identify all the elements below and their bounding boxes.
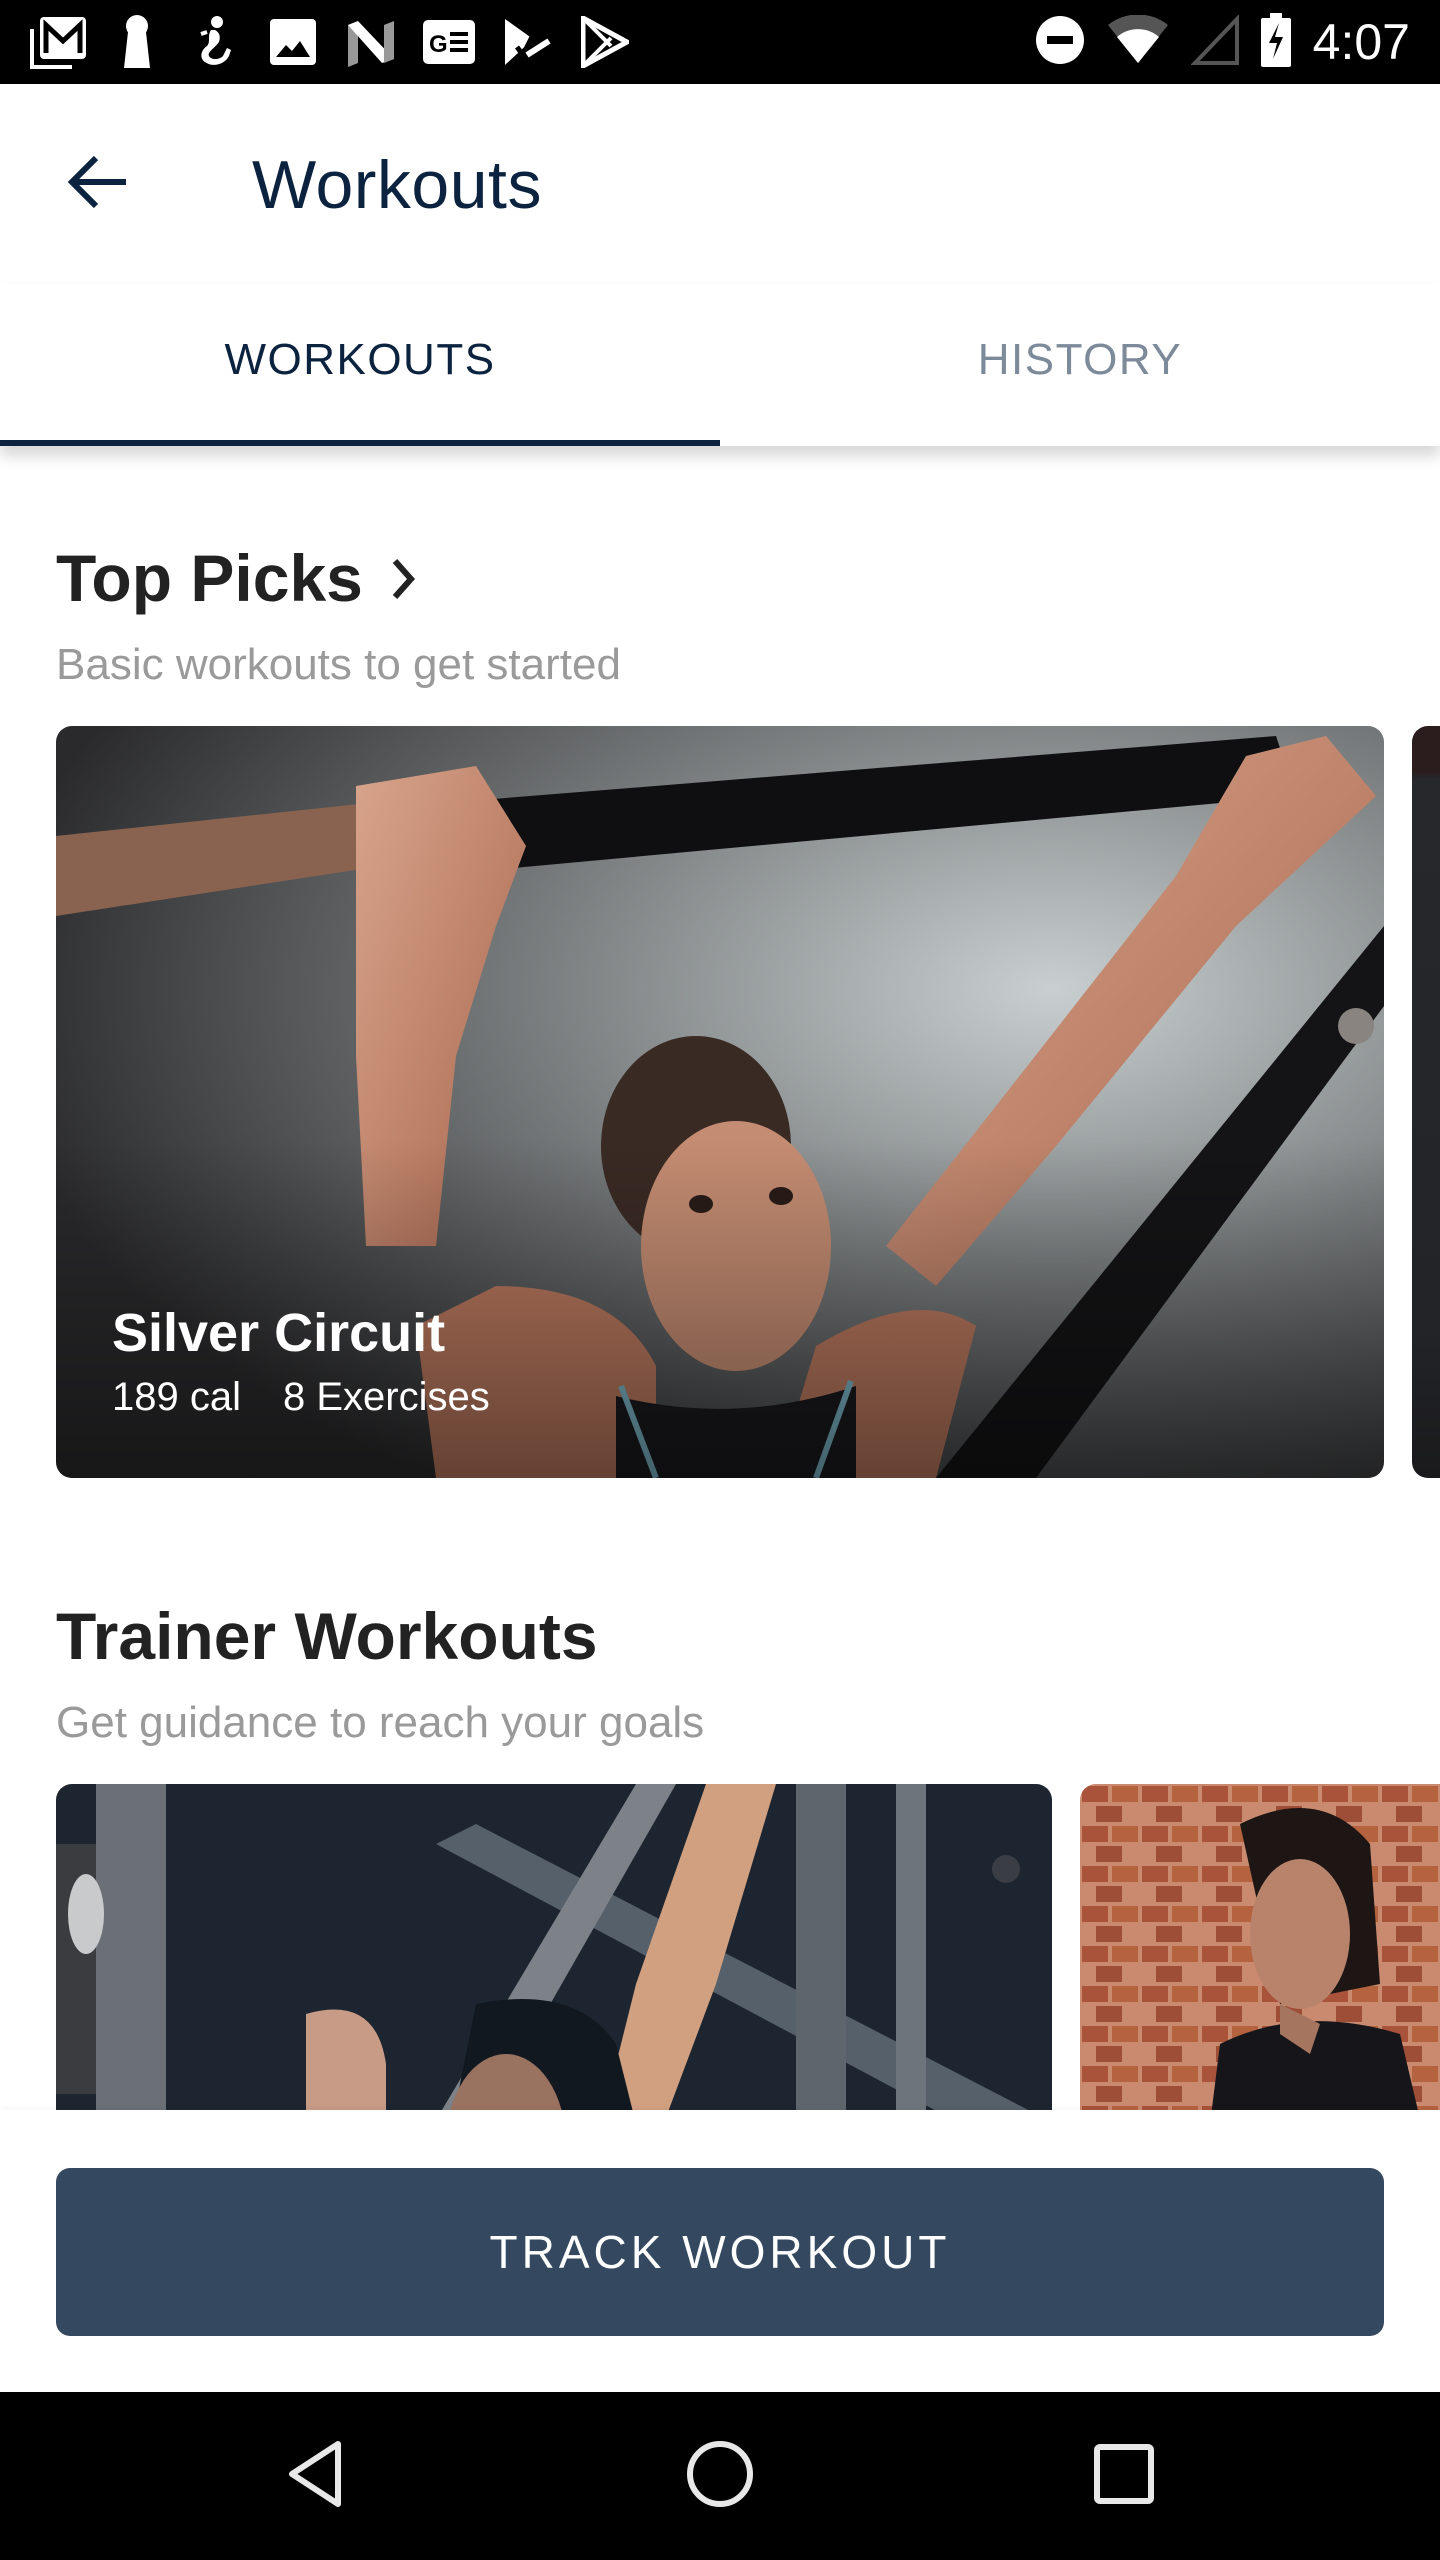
tab-label: HISTORY [977,335,1183,384]
active-tab-indicator [0,440,720,446]
chevron-right-icon [389,540,417,616]
photos-icon [264,14,322,70]
back-button[interactable] [48,134,148,234]
cell-signal-icon [1189,13,1239,70]
clock: 4:07 [1312,14,1410,70]
play-store-icon [576,14,634,70]
section-subtitle: Basic workouts to get started [56,640,621,689]
app-bar: Workouts [0,84,1440,284]
workout-card-silver-circuit[interactable]: Silver Circuit 189 cal 8 Exercises [56,726,1384,1478]
fitness-figure-icon [186,14,244,70]
nav-back-button[interactable] [266,2426,366,2526]
section-title: Trainer Workouts [56,1599,598,1673]
trainer-workouts-header: Trainer Workouts [56,1598,598,1674]
home-circle-icon [685,2439,755,2514]
arrow-left-icon [67,154,128,215]
page-title: Workouts [252,147,542,223]
news-icon: G [420,14,478,70]
card-gradient-overlay [56,726,1384,1478]
workout-photo [1412,726,1440,1478]
gmail-icon [30,14,88,70]
nav-recents-button[interactable] [1074,2426,1174,2526]
button-label: TRACK WORKOUT [489,2226,951,2278]
tab-history[interactable]: HISTORY [720,284,1440,446]
status-bar: G 4:07 [0,0,1440,84]
back-triangle-icon [284,2440,348,2513]
track-workout-button[interactable]: TRACK WORKOUT [56,2168,1384,2336]
bottom-action-area: TRACK WORKOUT [0,2110,1440,2392]
workout-meta: 189 cal 8 Exercises [112,1375,490,1420]
calories: 189 cal [112,1375,241,1419]
system-icons: 4:07 [1035,12,1410,72]
exercise-count: 8 Exercises [282,1375,490,1419]
tab-label: WORKOUTS [224,335,496,384]
recents-square-icon [1093,2443,1155,2510]
n-logo-icon [342,14,400,70]
workout-title: Silver Circuit [112,1303,446,1363]
keyhole-icon [108,14,166,70]
battery-charging-icon [1260,12,1291,72]
top-picks-header[interactable]: Top Picks [56,540,417,616]
section-subtitle: Get guidance to reach your goals [56,1698,705,1747]
tab-bar: WORKOUTS HISTORY [0,284,1440,446]
section-title: Top Picks [56,541,363,615]
workout-card-next[interactable] [1412,726,1440,1478]
do-not-disturb-icon [1035,15,1085,70]
wifi-icon [1107,13,1169,70]
notification-icons: G [30,14,634,70]
task-check-icon [498,14,556,70]
system-navigation-bar [0,2392,1440,2560]
nav-home-button[interactable] [670,2426,770,2526]
svg-text:G: G [429,31,448,58]
tab-workouts[interactable]: WORKOUTS [0,284,720,446]
